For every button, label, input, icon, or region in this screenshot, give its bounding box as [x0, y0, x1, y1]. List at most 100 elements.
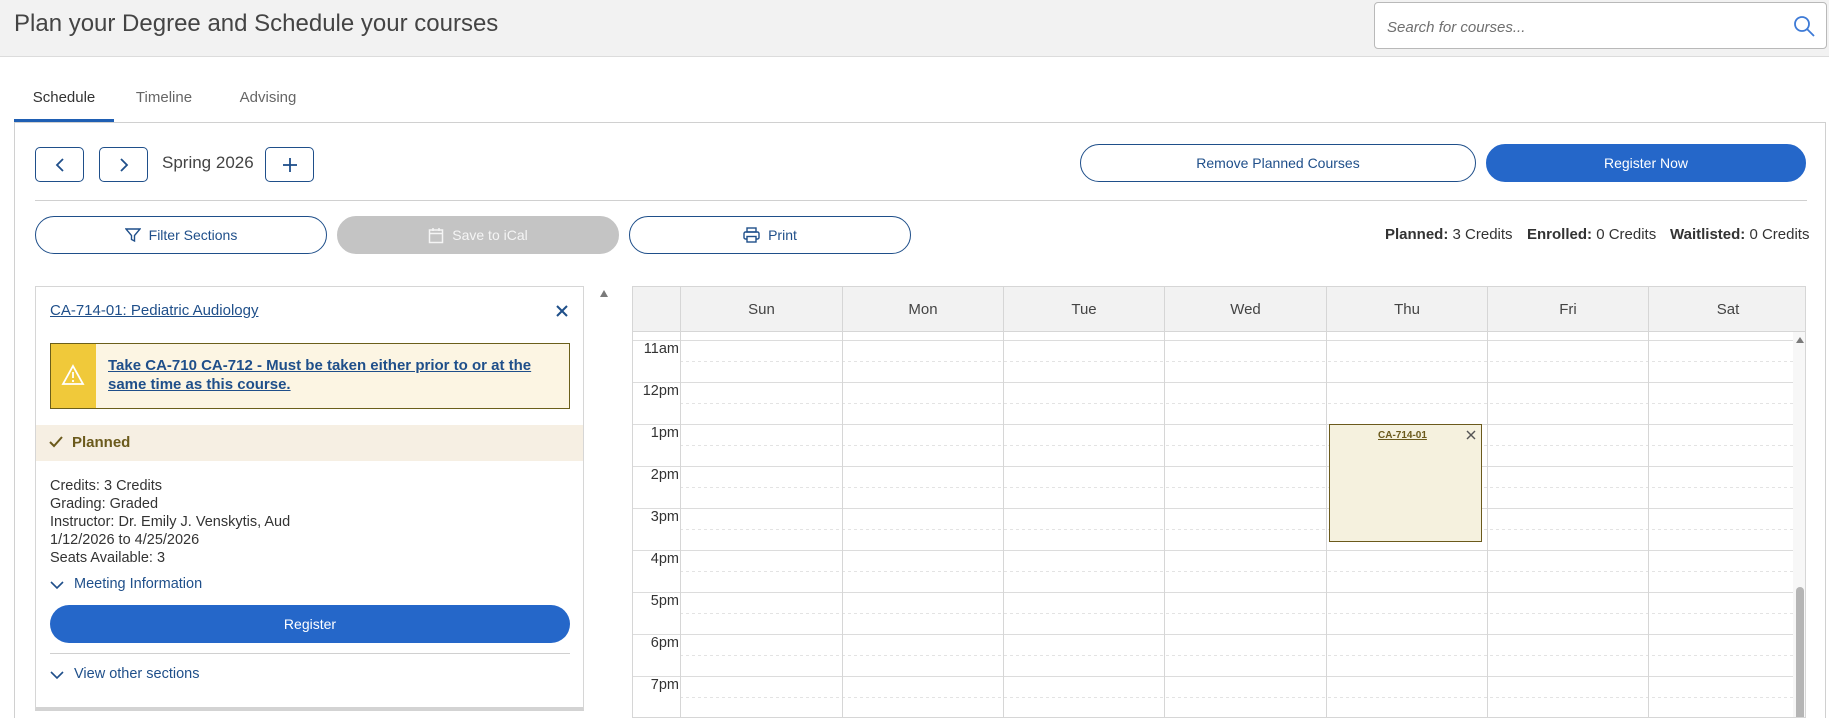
add-term-button[interactable]: [265, 147, 314, 182]
save-to-ical-button: Save to iCal: [337, 216, 619, 254]
planned-credits-value: 3 Credits: [1452, 226, 1513, 243]
search-input[interactable]: [1387, 15, 1767, 39]
view-other-sections-toggle[interactable]: View other sections: [50, 666, 199, 682]
day-header-sat: Sat: [1648, 287, 1805, 332]
filter-sections-button[interactable]: Filter Sections: [35, 216, 327, 254]
half-hour-line: [680, 445, 1793, 446]
course-title-link[interactable]: CA-714-01: Pediatric Audiology: [50, 302, 258, 319]
half-hour-line: [680, 403, 1793, 404]
calendar-icon: [429, 227, 444, 243]
calendar-scrollbar[interactable]: [1793, 332, 1805, 717]
hour-line: [633, 550, 1793, 551]
day-separator: [1326, 332, 1327, 717]
half-hour-line: [680, 613, 1793, 614]
warning-icon-box: [51, 344, 96, 408]
scrollbar-thumb[interactable]: [1796, 587, 1804, 717]
chevron-down-icon: [50, 581, 64, 590]
warning-icon: [61, 364, 85, 385]
view-other-sections-label: View other sections: [74, 666, 200, 682]
register-button[interactable]: Register: [50, 605, 570, 643]
top-bar: Plan your Degree and Schedule your cours…: [0, 0, 1829, 57]
instructor-detail: Instructor: Dr. Emily J. Venskytis, Aud: [50, 514, 291, 530]
panel-divider: [50, 653, 570, 654]
save-to-ical-label: Save to iCal: [452, 227, 528, 243]
register-now-button[interactable]: Register Now: [1486, 144, 1806, 182]
time-label: 3pm: [650, 509, 679, 525]
calendar-header: Sun Mon Tue Wed Thu Fri Sat: [633, 287, 1805, 332]
requisite-warning: Take CA-710 CA-712 - Must be taken eithe…: [50, 343, 570, 409]
time-label: 1pm: [650, 425, 679, 441]
day-separator: [1487, 332, 1488, 717]
previous-term-button[interactable]: [35, 147, 84, 182]
half-hour-line: [680, 655, 1793, 656]
day-header-fri: Fri: [1487, 287, 1648, 332]
chevron-right-icon: [119, 157, 128, 172]
hour-line: [633, 466, 1793, 467]
check-icon: [49, 436, 63, 448]
remove-planned-courses-button[interactable]: Remove Planned Courses: [1080, 144, 1476, 182]
time-label: 11am: [643, 341, 679, 357]
dates-detail: 1/12/2026 to 4/25/2026: [50, 532, 200, 548]
half-hour-line: [680, 361, 1793, 362]
hour-line: [633, 592, 1793, 593]
hour-line: [633, 676, 1793, 677]
grading-detail: Grading: Graded: [50, 496, 159, 512]
meeting-information-toggle[interactable]: Meeting Information: [50, 576, 202, 592]
status-bar: Planned: [36, 425, 583, 461]
credits-detail: Credits: 3 Credits: [50, 478, 163, 494]
day-separator: [1003, 332, 1004, 717]
day-header-thu: Thu: [1326, 287, 1487, 332]
close-icon[interactable]: [1465, 429, 1477, 441]
printer-icon: [743, 227, 760, 243]
waitlisted-credits-value: 0 Credits: [1749, 226, 1810, 243]
calendar-event[interactable]: CA-714-01: [1329, 424, 1482, 542]
time-label: 5pm: [650, 593, 679, 609]
day-header-sun: Sun: [680, 287, 842, 332]
tab-timeline[interactable]: Timeline: [124, 79, 204, 123]
time-label: 4pm: [650, 551, 679, 567]
time-label: 7pm: [650, 677, 679, 693]
week-calendar: Sun Mon Tue Wed Thu Fri Sat 11am 12pm 1p…: [632, 286, 1806, 718]
seats-detail: Seats Available: 3: [50, 550, 166, 566]
half-hour-line: [680, 529, 1793, 530]
hour-line: [633, 634, 1793, 635]
search-icon[interactable]: [1792, 14, 1816, 38]
half-hour-line: [680, 571, 1793, 572]
term-label: Spring 2026: [162, 153, 254, 172]
waitlisted-credits: Waitlisted: 0 Credits: [1670, 226, 1809, 243]
hour-line: [633, 382, 1793, 383]
tab-advising[interactable]: Advising: [228, 79, 308, 123]
toolbar-divider: [35, 200, 1807, 201]
day-separator: [680, 332, 681, 717]
enrolled-credits-value: 0 Credits: [1596, 226, 1657, 243]
print-button[interactable]: Print: [629, 216, 911, 254]
next-term-button[interactable]: [99, 147, 148, 182]
scroll-up-icon[interactable]: [1795, 336, 1805, 344]
day-header-mon: Mon: [842, 287, 1003, 332]
enrolled-credits-label: Enrolled:: [1527, 226, 1593, 243]
panel-scroll-up-icon[interactable]: [599, 289, 609, 299]
waitlisted-credits-label: Waitlisted:: [1670, 226, 1746, 243]
requisite-warning-link[interactable]: Take CA-710 CA-712 - Must be taken eithe…: [108, 356, 563, 394]
time-label: 12pm: [642, 383, 679, 399]
print-label: Print: [768, 227, 797, 243]
chevron-down-icon: [50, 671, 64, 680]
page-title: Plan your Degree and Schedule your cours…: [14, 10, 499, 37]
hour-line: [633, 508, 1793, 509]
close-icon[interactable]: [553, 302, 571, 320]
day-separator: [1648, 332, 1649, 717]
search-box[interactable]: [1374, 2, 1827, 49]
course-details: Credits: 3 Credits Grading: Graded Instr…: [50, 477, 290, 567]
plus-icon: [282, 157, 297, 172]
status-label: Planned: [72, 434, 131, 451]
half-hour-line: [680, 697, 1793, 698]
day-separator: [1164, 332, 1165, 717]
enrolled-credits: Enrolled: 0 Credits: [1527, 226, 1656, 243]
filter-icon: [124, 228, 141, 243]
meeting-information-label: Meeting Information: [74, 576, 203, 592]
day-header-wed: Wed: [1164, 287, 1326, 332]
calendar-event-link[interactable]: CA-714-01: [1378, 430, 1427, 441]
tab-schedule[interactable]: Schedule: [14, 79, 114, 123]
day-header-tue: Tue: [1003, 287, 1164, 332]
time-label: 2pm: [650, 467, 679, 483]
